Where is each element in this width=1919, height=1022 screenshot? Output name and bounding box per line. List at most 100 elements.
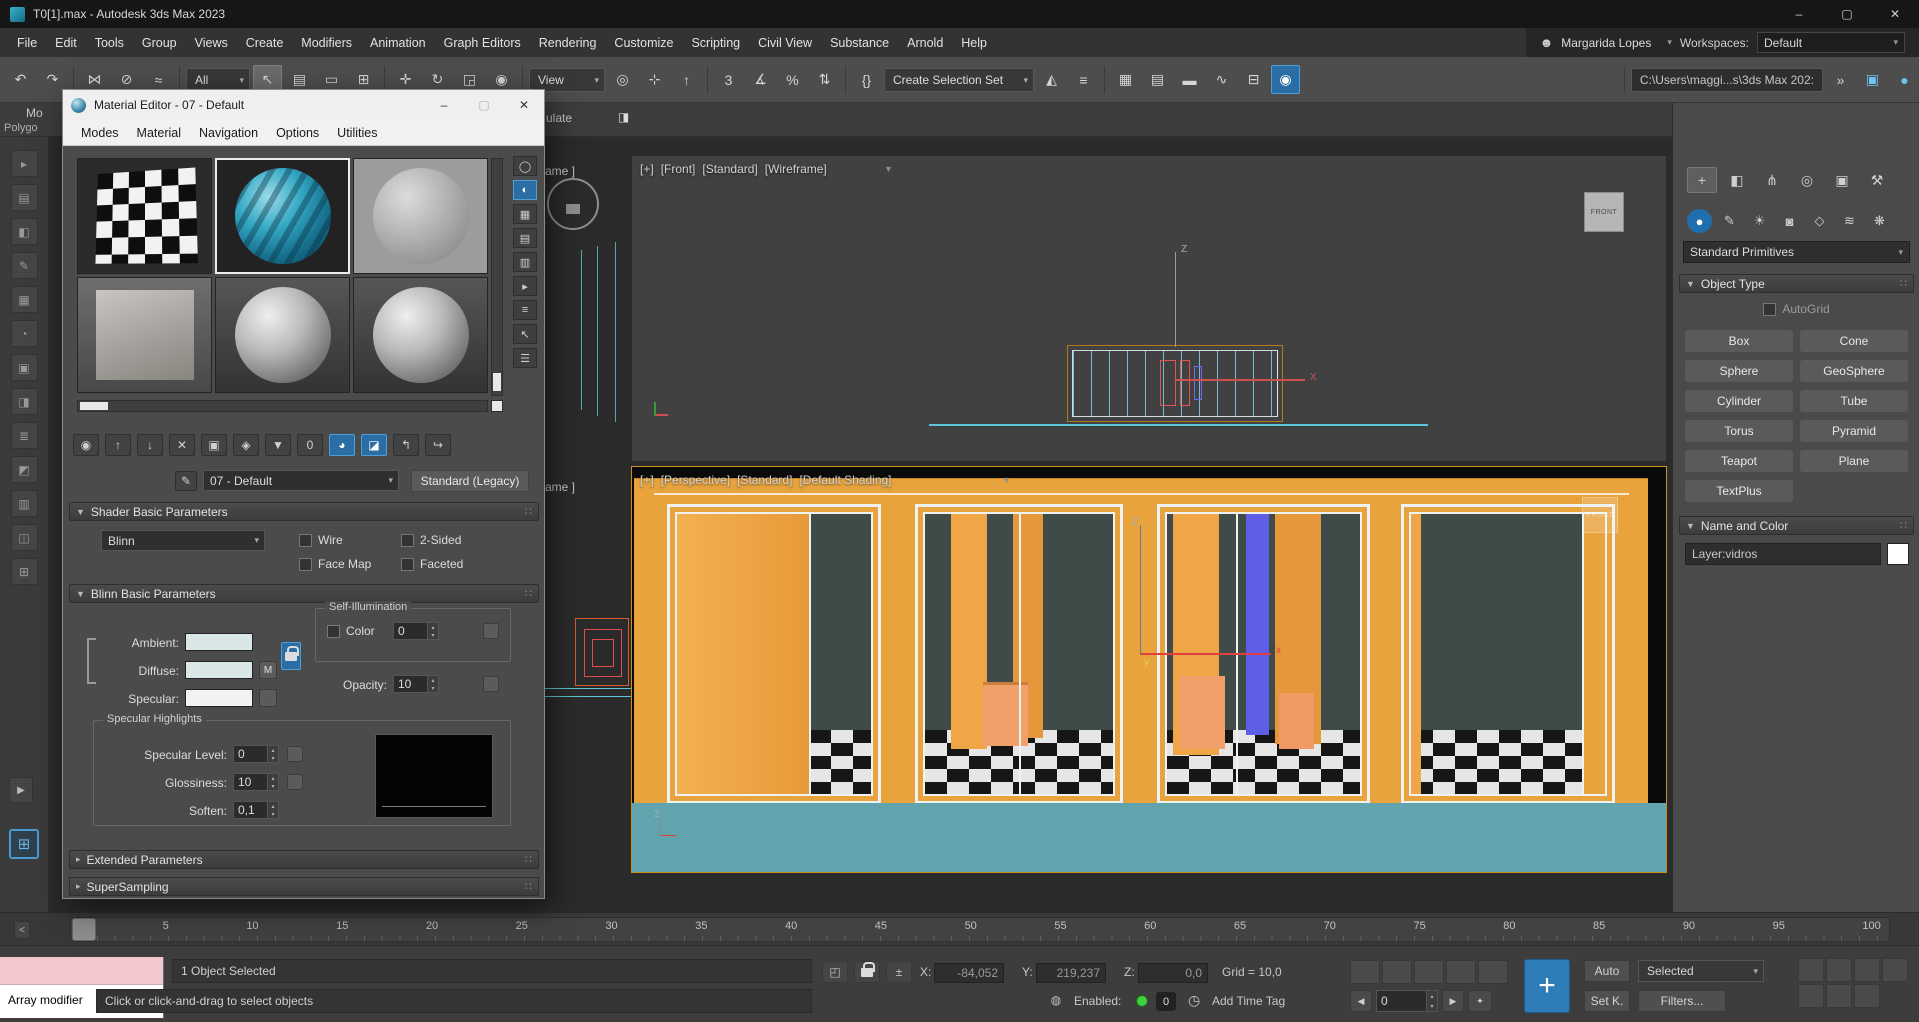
gizmo-x-axis[interactable] — [1141, 653, 1271, 655]
put-to-scene-icon[interactable]: ↑ — [105, 434, 131, 456]
object-type-rollout[interactable]: ▼ Object Type ∷ — [1679, 274, 1914, 293]
specular-map-button[interactable] — [259, 689, 277, 707]
get-material-icon[interactable]: ◉ — [73, 434, 99, 456]
previous-key-button[interactable]: ◀ — [1350, 990, 1372, 1012]
viewport-menu-arrow-icon[interactable]: ▼ — [884, 164, 893, 174]
sample-slot-gray-2[interactable] — [353, 277, 488, 393]
soften-spinner[interactable]: 0,1 ▴▾ — [233, 801, 279, 819]
workspace-combo[interactable]: Default ▾ — [1757, 32, 1905, 53]
zoom-icon[interactable] — [1798, 958, 1824, 982]
selection-set-combo[interactable]: Create Selection Set — [884, 68, 1034, 92]
glossiness-spinner[interactable]: 10 ▴▾ — [233, 773, 279, 791]
left-toolbar-icon-13[interactable]: ⊞ — [11, 558, 38, 585]
scrollbar-thumb[interactable] — [80, 402, 108, 410]
tab-modify-icon[interactable]: ◧ — [1722, 167, 1752, 193]
subcategory-combo[interactable]: Standard Primitives ▾ — [1683, 241, 1910, 263]
faceted-checkbox[interactable] — [401, 558, 414, 571]
self-illum-map-button[interactable] — [483, 623, 499, 639]
menu-item[interactable]: Animation — [361, 31, 435, 55]
viewport-label-segment[interactable]: [Front] — [661, 162, 696, 176]
ambient-diffuse-lock-bracket[interactable] — [87, 638, 96, 684]
slots-vertical-scrollbar[interactable] — [491, 158, 503, 396]
category-geometry-icon[interactable]: ● — [1687, 209, 1712, 233]
zoom-region-icon[interactable] — [1882, 958, 1908, 982]
tab-hierarchy-icon[interactable]: ⋔ — [1757, 167, 1787, 193]
primitive-button[interactable]: Pyramid — [1800, 420, 1908, 442]
scene-orange-wall[interactable] — [951, 514, 987, 749]
schematic-view-icon[interactable]: ⊟ — [1239, 65, 1268, 94]
viewcube[interactable]: FRONT — [1584, 192, 1624, 232]
backlight-icon[interactable]: ◐ — [513, 180, 537, 200]
primitive-button[interactable]: Box — [1685, 330, 1793, 352]
diffuse-map-button[interactable]: M — [259, 661, 277, 679]
render-frame-window-icon[interactable]: ▣ — [1858, 65, 1887, 94]
perspective-viewport[interactable]: [+][Perspective][Standard][Default Shadi… — [631, 466, 1667, 873]
wire-checkbox[interactable] — [299, 534, 312, 547]
menu-item[interactable]: Graph Editors — [435, 31, 530, 55]
menu-item[interactable]: Civil View — [749, 31, 821, 55]
material-editor-titlebar[interactable]: Material Editor - 07 - Default – ▢ ✕ — [63, 90, 544, 120]
frame-tick[interactable]: 20 — [426, 920, 438, 932]
sample-uv-tiling-icon[interactable]: ▤ — [513, 228, 537, 248]
left-toolbar-icon-3[interactable]: ◧ — [11, 218, 38, 245]
frame-tick[interactable]: 30 — [605, 920, 617, 932]
viewport-label-segment[interactable]: [+] — [640, 473, 654, 487]
reference-coordinate-combo[interactable]: View — [529, 68, 605, 92]
viewport-menu-arrow-icon[interactable]: ▼ — [1002, 475, 1011, 485]
left-toolbar-icon-9[interactable]: ≣ — [11, 422, 38, 449]
top-viewport-label-fragment[interactable]: ame ] — [545, 164, 575, 178]
menu-item[interactable]: File — [8, 31, 46, 55]
go-to-start-button[interactable] — [1350, 960, 1380, 984]
sample-type-icon[interactable]: ◯ — [513, 156, 537, 176]
options-icon[interactable]: ≡ — [513, 300, 537, 320]
left-toolbar-icon-12[interactable]: ◫ — [11, 524, 38, 551]
window-opening-2[interactable] — [915, 504, 1123, 804]
orbit-icon[interactable] — [1826, 984, 1852, 1008]
material-id-icon[interactable]: 0 — [297, 434, 323, 456]
macro-recorder-line[interactable] — [0, 957, 163, 985]
menu-item[interactable]: Options — [268, 122, 327, 144]
ribbon-tab-populate-fragment[interactable]: ulate — [546, 111, 572, 125]
primitive-button[interactable]: Teapot — [1685, 450, 1793, 472]
glossiness-map-button[interactable] — [287, 774, 303, 790]
specular-level-spinner[interactable]: 0 ▴▾ — [233, 745, 279, 763]
frame-tick[interactable]: 65 — [1234, 920, 1246, 932]
menu-item[interactable]: Tools — [86, 31, 133, 55]
two-sided-checkbox[interactable] — [401, 534, 414, 547]
window-opening-1[interactable] — [667, 504, 881, 804]
select-by-material-icon[interactable]: ↖ — [513, 324, 537, 344]
layer-explorer-icon[interactable]: ▤ — [1143, 65, 1172, 94]
put-to-library-icon[interactable]: ▼ — [265, 434, 291, 456]
viewport-label-segment[interactable]: [+] — [640, 162, 654, 176]
menu-item[interactable]: Scripting — [682, 31, 749, 55]
show-map-in-viewport-icon[interactable]: ◕ — [329, 434, 355, 456]
viewport-layout-icon[interactable]: ⊞ — [9, 829, 39, 859]
undo-icon[interactable]: ↶ — [6, 65, 35, 94]
named-selection-sets-icon[interactable]: {} — [852, 65, 881, 94]
menu-item[interactable]: Arnold — [898, 31, 952, 55]
sample-slot-gray-1[interactable] — [215, 277, 350, 393]
spin-up-icon[interactable]: ▴ — [1427, 991, 1437, 1001]
scene-checker-floor[interactable] — [1411, 730, 1605, 794]
specular-level-map-button[interactable] — [287, 746, 303, 762]
spinner-snap-icon[interactable]: ⇅ — [810, 65, 839, 94]
viewport-label-segment[interactable]: [Perspective] — [661, 473, 730, 487]
left-toolbar-icon-8[interactable]: ◨ — [11, 388, 38, 415]
tab-display-icon[interactable]: ▣ — [1827, 167, 1857, 193]
next-key-button[interactable]: ▶ — [1442, 990, 1464, 1012]
supersampling-rollout[interactable]: ▸ SuperSampling ∷ — [69, 877, 539, 896]
ribbon-icon[interactable]: ◨ — [618, 110, 629, 124]
maximize-viewport-icon[interactable] — [1854, 984, 1880, 1008]
selection-lock-icon[interactable] — [854, 961, 880, 983]
viewport-label-segment[interactable]: [Wireframe] — [765, 162, 827, 176]
frame-tick[interactable]: 35 — [695, 920, 707, 932]
left-toolbar-icon-10[interactable]: ◩ — [11, 456, 38, 483]
left-toolbar-icon-5[interactable]: ▦ — [11, 286, 38, 313]
scene-salmon-box[interactable] — [1179, 676, 1225, 749]
scene-orange-wall[interactable] — [1582, 514, 1605, 794]
scene-blue-column[interactable] — [1246, 514, 1269, 735]
project-folder-field[interactable]: C:\Users\maggi...s\3ds Max 202: — [1631, 68, 1823, 92]
primitive-button[interactable]: Plane — [1800, 450, 1908, 472]
menu-item[interactable]: Help — [952, 31, 996, 55]
time-slider-handle[interactable] — [72, 918, 96, 941]
